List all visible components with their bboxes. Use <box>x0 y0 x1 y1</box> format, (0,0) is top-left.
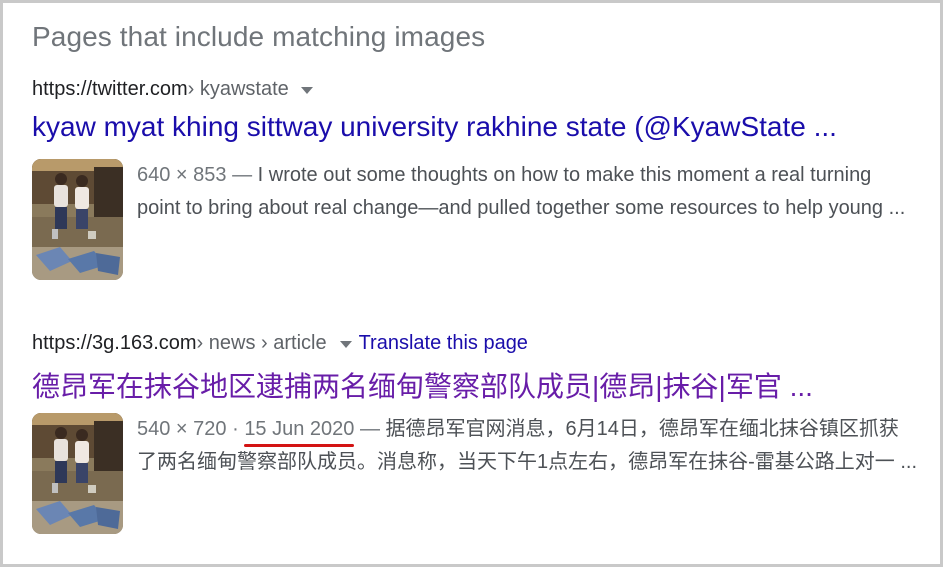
thumbnail-photo <box>32 159 123 280</box>
result-thumbnail-image[interactable] <box>32 159 123 280</box>
search-results-panel: Pages that include matching images https… <box>0 0 943 567</box>
image-dimensions: 540 × 720 <box>137 418 227 440</box>
result-thumbnail-image[interactable] <box>32 413 123 534</box>
search-result-twitter: https://twitter.com › kyawstate kyaw mya… <box>32 75 922 289</box>
result-breadcrumb: › news › article <box>196 331 327 354</box>
translate-page-link[interactable]: Translate this page <box>359 332 528 355</box>
search-result-163: https://3g.163.com › news › article Tran… <box>32 329 922 543</box>
publish-date-text: 15 Jun 2020 <box>244 418 355 440</box>
result-body: 540 × 720 · 15 Jun 2020 — 据德昂军官网消息，6月14日… <box>32 413 922 543</box>
result-body: 640 × 853 — I wrote out some thoughts on… <box>32 159 922 289</box>
date-annotation-underline <box>244 444 355 447</box>
result-breadcrumb: › kyawstate <box>187 77 289 100</box>
image-dimensions: 640 × 853 <box>137 164 227 186</box>
meta-dot-separator: · <box>226 418 245 440</box>
publish-date: 15 Jun 2020 <box>244 418 355 447</box>
result-domain: https://twitter.com <box>32 77 188 100</box>
result-title-link[interactable]: kyaw myat khing sittway university rakhi… <box>32 111 922 149</box>
thumbnail-photo <box>32 413 123 534</box>
snippet-separator: — <box>354 418 386 440</box>
chevron-down-icon[interactable] <box>300 86 313 94</box>
result-domain: https://3g.163.com <box>32 331 197 354</box>
result-snippet: 640 × 853 — I wrote out some thoughts on… <box>137 159 917 225</box>
result-snippet: 540 × 720 · 15 Jun 2020 — 据德昂军官网消息，6月14日… <box>137 413 917 479</box>
result-title-link[interactable]: 德昂军在抹谷地区逮捕两名缅甸警察部队成员|德昂|抹谷|军官 ... <box>32 365 922 403</box>
section-heading: Pages that include matching images <box>32 21 486 52</box>
chevron-down-icon[interactable] <box>339 340 352 348</box>
snippet-separator: — <box>226 164 258 186</box>
result-citation: https://3g.163.com › news › article Tran… <box>32 329 922 357</box>
result-citation: https://twitter.com › kyawstate <box>32 75 922 103</box>
